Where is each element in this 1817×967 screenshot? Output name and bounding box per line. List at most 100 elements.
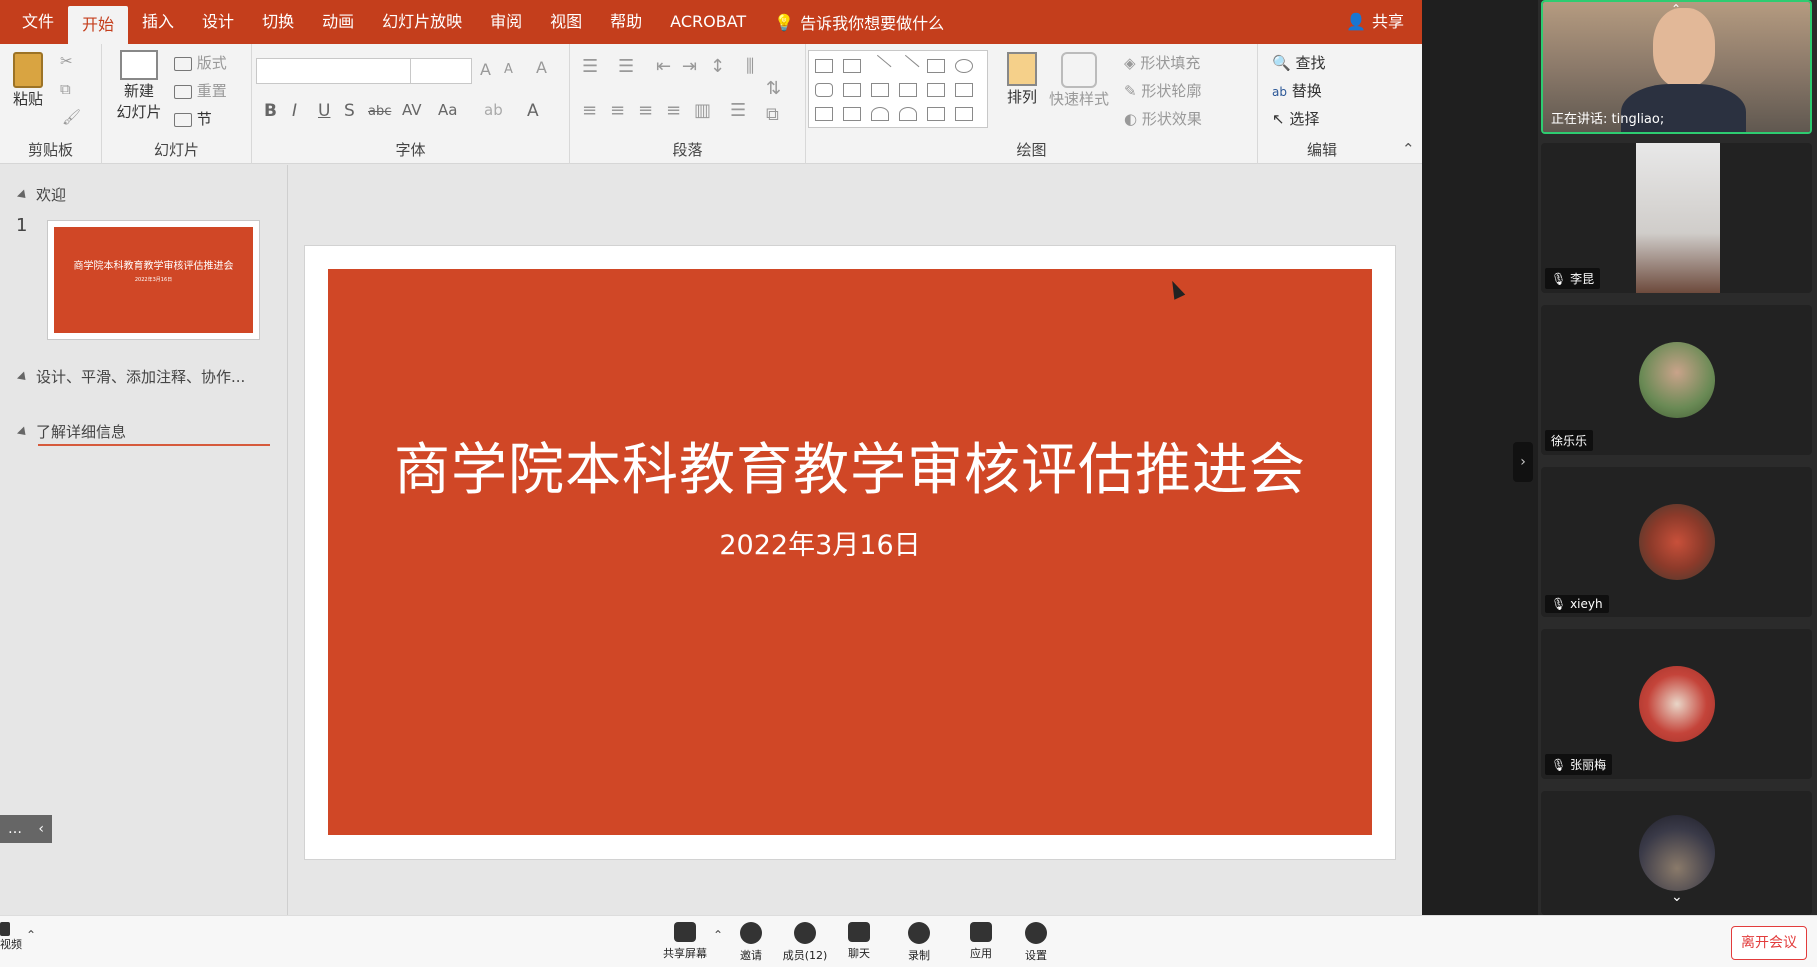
tab-view[interactable]: 视图 <box>536 0 596 44</box>
align-text-icon[interactable]: ☰ <box>730 100 746 121</box>
arrow-line-shape-icon[interactable] <box>896 54 920 78</box>
numbering-icon[interactable]: ☰ <box>618 56 634 77</box>
rounded-rect-shape-icon[interactable] <box>815 83 833 97</box>
shape-effects-button[interactable]: ◐ 形状效果 <box>1124 108 1202 129</box>
participant-tile[interactable]: 🎙 xieyh <box>1541 467 1812 617</box>
line-spacing-icon[interactable]: ↕ <box>710 56 725 77</box>
find-button[interactable]: 🔍 查找 <box>1272 52 1325 73</box>
tab-acrobat[interactable]: ACROBAT <box>656 0 760 44</box>
align-right-icon[interactable]: ≡ <box>638 100 653 121</box>
char-spacing-icon[interactable]: AV <box>402 101 422 119</box>
shapes-gallery[interactable] <box>808 50 988 128</box>
chat-button[interactable]: 聊天 <box>829 922 889 961</box>
layout-button[interactable]: 版式 <box>174 52 227 73</box>
smartart-icon[interactable]: ⧉ <box>766 104 779 125</box>
paste-button[interactable]: 粘贴 <box>10 52 46 109</box>
tab-slideshow[interactable]: 幻灯片放映 <box>368 0 476 44</box>
decrease-indent-icon[interactable]: ⇤ <box>656 56 671 77</box>
curve-shape-icon[interactable] <box>899 107 917 121</box>
participant-tile[interactable]: ⌄ <box>1541 791 1812 915</box>
shape-fill-button[interactable]: ◈ 形状填充 <box>1124 52 1200 73</box>
left-brace-shape-icon[interactable] <box>927 107 945 121</box>
invite-button[interactable]: 邀请 <box>721 922 781 963</box>
bold-icon[interactable]: B <box>264 101 277 121</box>
quick-styles-button[interactable]: 快速样式 <box>1046 52 1112 109</box>
text-direction-icon[interactable]: ⇅ <box>766 78 781 99</box>
slide[interactable]: 商学院本科教育教学审核评估推进会 2022年3月16日 <box>328 269 1372 835</box>
section-design[interactable]: 设计、平滑、添加注释、协作... <box>16 366 245 387</box>
triangle-shape-icon[interactable] <box>843 83 861 97</box>
participant-tile[interactable]: 🎙 张丽梅 <box>1541 629 1812 779</box>
replace-button[interactable]: ab 替换 <box>1272 80 1322 101</box>
tab-design[interactable]: 设计 <box>188 0 248 44</box>
slide-thumbnail[interactable]: 商学院本科教育教学审核评估推进会 2022年3月16日 <box>47 220 260 340</box>
tab-transitions[interactable]: 切换 <box>248 0 308 44</box>
reset-button[interactable]: 重置 <box>174 80 227 101</box>
slide-title[interactable]: 商学院本科教育教学审核评估推进会 <box>328 425 1372 506</box>
increase-font-icon[interactable]: A <box>480 60 491 79</box>
oval-shape-icon[interactable] <box>955 59 973 73</box>
tab-insert[interactable]: 插入 <box>128 0 188 44</box>
tab-home[interactable]: 开始 <box>68 6 129 44</box>
shadow-icon[interactable]: S <box>344 101 355 121</box>
shape-outline-button[interactable]: ✎ 形状轮廓 <box>1124 80 1201 101</box>
tell-me-search[interactable]: 💡 告诉我你想要做什么 <box>760 10 958 34</box>
underline-icon[interactable]: U <box>318 101 330 121</box>
freeform-shape-icon[interactable] <box>815 107 833 121</box>
arrange-button[interactable]: 排列 <box>1002 52 1042 107</box>
video-button[interactable]: 视频 <box>0 922 22 952</box>
italic-icon[interactable]: I <box>292 101 297 121</box>
distributed-icon[interactable]: ▥ <box>694 100 711 121</box>
apps-button[interactable]: 应用 <box>951 922 1011 961</box>
scribble-shape-icon[interactable] <box>843 107 861 121</box>
align-left-icon[interactable]: ≡ <box>582 100 597 121</box>
slide-canvas[interactable]: 商学院本科教育教学审核评估推进会 2022年3月16日 <box>304 245 1396 860</box>
record-button[interactable]: 录制 <box>889 922 949 963</box>
strikethrough-icon[interactable]: abc <box>368 104 391 119</box>
vtextbox-shape-icon[interactable] <box>843 59 861 73</box>
justify-icon[interactable]: ≡ <box>666 100 681 121</box>
right-arrow-shape-icon[interactable] <box>927 83 945 97</box>
section-learn-more[interactable]: 了解详细信息 <box>16 421 126 442</box>
copy-icon[interactable]: ⧉ <box>60 80 71 98</box>
tab-help[interactable]: 帮助 <box>596 0 656 44</box>
collapse-ribbon-icon[interactable]: ⌃ <box>1402 140 1415 158</box>
rectangle-shape-icon[interactable] <box>927 59 945 73</box>
new-slide-button[interactable]: 新建 幻灯片 <box>106 50 172 122</box>
slide-date[interactable]: 2022年3月16日 <box>328 523 1372 562</box>
chevron-up-icon[interactable]: ⌃ <box>1671 2 1681 16</box>
share-button[interactable]: 👤 共享 <box>1346 0 1404 44</box>
down-arrow-shape-icon[interactable] <box>955 83 973 97</box>
font-size-select[interactable] <box>410 58 472 84</box>
video-options-chevron-icon[interactable]: ⌃ <box>26 928 36 942</box>
chevron-down-icon[interactable]: ⌄ <box>1671 889 1683 905</box>
participant-tile[interactable]: 🎙 李昆 <box>1541 143 1812 293</box>
right-brace-shape-icon[interactable] <box>955 107 973 121</box>
highlight-icon[interactable]: ab <box>484 101 503 119</box>
participant-tile-speaking[interactable]: 正在讲话: tingliao; ⌃ <box>1541 0 1812 134</box>
align-center-icon[interactable]: ≡ <box>610 100 625 121</box>
settings-button[interactable]: 设置 <box>1006 922 1066 963</box>
section-welcome[interactable]: 欢迎 <box>16 184 66 205</box>
decrease-font-icon[interactable]: A <box>504 62 513 77</box>
font-color-icon[interactable]: A <box>527 101 539 121</box>
members-button[interactable]: 成员(12) <box>775 922 835 963</box>
textbox-shape-icon[interactable] <box>815 59 833 73</box>
columns-icon[interactable]: ⫼ <box>746 56 754 77</box>
cut-icon[interactable]: ✂ <box>60 52 73 70</box>
increase-indent-icon[interactable]: ⇥ <box>682 56 697 77</box>
section-button[interactable]: 节 <box>174 108 212 129</box>
leave-meeting-button[interactable]: 离开会议 <box>1731 926 1807 960</box>
tab-file[interactable]: 文件 <box>8 0 68 44</box>
bullets-icon[interactable]: ☰ <box>582 56 598 77</box>
elbow-arrow-icon[interactable] <box>899 83 917 97</box>
font-name-select[interactable] <box>256 58 411 84</box>
format-painter-icon[interactable]: 🖌 <box>62 108 81 126</box>
participant-tile[interactable]: 徐乐乐 <box>1541 305 1812 455</box>
elbow-connector-icon[interactable] <box>871 83 889 97</box>
line-shape-icon[interactable] <box>868 54 892 78</box>
change-case-icon[interactable]: Aa <box>438 101 457 119</box>
tab-animations[interactable]: 动画 <box>308 0 368 44</box>
collapse-pane-button[interactable]: … ‹ <box>0 815 52 843</box>
tab-review[interactable]: 审阅 <box>476 0 536 44</box>
